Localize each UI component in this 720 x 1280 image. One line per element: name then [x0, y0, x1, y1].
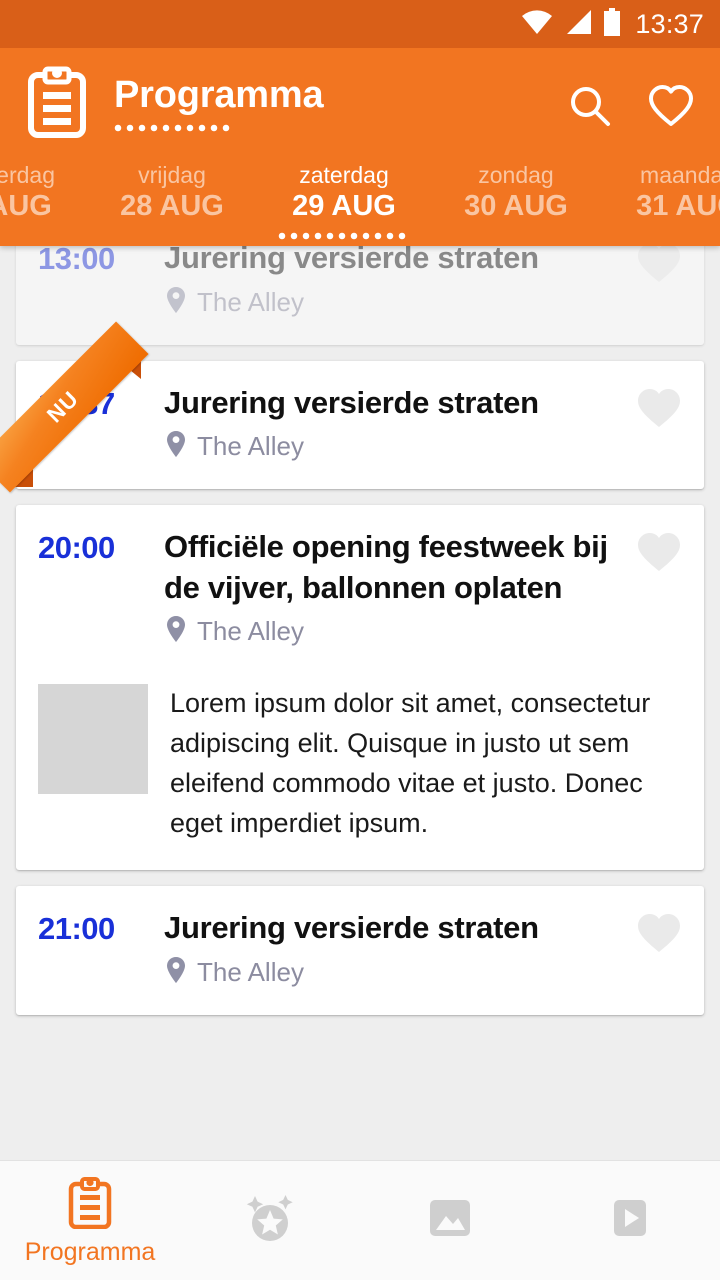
- ribbon-fold-bottom: [11, 459, 33, 487]
- event-card[interactable]: NU 15:37 Jurering versierde straten The …: [0, 321, 704, 493]
- app-root: 13:37 Programma erdag UG vrijdag 28 AUG …: [0, 0, 720, 1280]
- app-bar-actions: [568, 84, 694, 128]
- event-location-text: The Alley: [197, 616, 304, 647]
- clipboard-icon: [68, 1176, 112, 1234]
- day-tab-strip[interactable]: donderdag 27 AUG vrijdag 28 AUG zaterdag…: [0, 150, 720, 246]
- event-detail: Lorem ipsum dolor sit amet, consectetur …: [38, 684, 682, 844]
- image-icon: [427, 1196, 473, 1245]
- day-tab-date: 28 AUG: [120, 190, 224, 223]
- day-tab-0[interactable]: donderdag 27 AUG: [0, 162, 86, 246]
- event-title: Jurering versierde straten: [164, 246, 539, 275]
- event-time: 21:00: [38, 911, 115, 947]
- app-bar-top: Programma: [0, 58, 720, 150]
- battery-icon: [603, 7, 621, 41]
- event-card-main: 15:37 Jurering versierde straten The All…: [38, 383, 682, 464]
- map-pin-icon: [166, 430, 186, 463]
- heart-outline-icon[interactable]: [648, 84, 694, 128]
- day-tab-weekday: zaterdag: [299, 161, 389, 188]
- event-title: Officiële opening feestweek bij de vijve…: [164, 529, 608, 605]
- event-thumbnail: [38, 684, 148, 795]
- event-body: Jurering versierde straten The Alley: [164, 383, 636, 464]
- event-location-text: The Alley: [197, 956, 304, 987]
- event-card-main: 13:00 Jurering versierde straten The All…: [38, 246, 682, 319]
- event-list[interactable]: 13:00 Jurering versierde straten The All…: [0, 246, 720, 1160]
- page-title: Programma: [114, 73, 324, 116]
- video-play-icon: [608, 1196, 652, 1245]
- search-icon[interactable]: [568, 84, 612, 128]
- map-pin-icon: [166, 615, 186, 648]
- event-time: 13:00: [38, 246, 115, 276]
- app-bar: Programma donderdag: [0, 48, 720, 246]
- day-tab-weekday: zondag: [478, 161, 554, 188]
- heart-filled-icon[interactable]: [636, 246, 682, 287]
- heart-filled-icon[interactable]: [636, 531, 682, 576]
- day-tab-2[interactable]: zaterdag 29 AUG: [258, 162, 430, 246]
- day-tab-weekday: donderdag: [0, 161, 55, 188]
- event-location: The Alley: [164, 286, 626, 319]
- heart-filled-icon[interactable]: [636, 912, 682, 957]
- event-card[interactable]: 21:00 Jurering versierde straten The All…: [16, 886, 704, 1015]
- nav-item-photos[interactable]: [360, 1161, 540, 1280]
- day-tab-date: 31 AUG: [636, 190, 720, 223]
- heart-filled-icon[interactable]: [636, 387, 682, 432]
- day-tab-date: 29 AUG: [292, 190, 396, 223]
- day-tab-date: 27 AUG: [0, 190, 52, 223]
- wifi-icon: [521, 9, 553, 40]
- event-description: Lorem ipsum dolor sit amet, consectetur …: [170, 688, 651, 839]
- map-pin-icon: [166, 956, 186, 989]
- day-tab-3[interactable]: zondag 30 AUG: [430, 162, 602, 246]
- ribbon-fold-top: [114, 356, 141, 379]
- event-title: Jurering versierde straten: [164, 384, 539, 420]
- event-body: Jurering versierde straten The Alley: [164, 908, 636, 989]
- map-pin-icon: [166, 286, 186, 319]
- event-location: The Alley: [164, 956, 626, 989]
- nav-item-highlights[interactable]: [180, 1161, 360, 1280]
- event-body: Officiële opening feestweek bij de vijve…: [164, 527, 636, 648]
- event-location: The Alley: [164, 615, 626, 648]
- event-location-text: The Alley: [197, 431, 304, 462]
- event-card-main: 21:00 Jurering versierde straten The All…: [38, 908, 682, 989]
- event-title: Jurering versierde straten: [164, 910, 539, 946]
- nav-item-video[interactable]: [540, 1161, 720, 1280]
- status-bar: 13:37: [0, 0, 720, 48]
- day-tab-indicator: [278, 232, 410, 240]
- nav-item-label: Programma: [24, 1237, 156, 1266]
- day-tab-4[interactable]: maandag 31 AUG: [602, 162, 720, 246]
- event-time: 15:37: [38, 385, 115, 421]
- day-tab-weekday: vrijdag: [138, 161, 206, 188]
- event-card[interactable]: 13:00 Jurering versierde straten The All…: [16, 246, 704, 345]
- event-body: Jurering versierde straten The Alley: [164, 246, 636, 319]
- app-bar-title-wrap: Programma: [114, 73, 568, 133]
- day-tab-date: 30 AUG: [464, 190, 568, 223]
- event-card[interactable]: 20:00 Officiële opening feestweek bij de…: [16, 505, 704, 871]
- clipboard-icon: [28, 66, 86, 143]
- event-location: The Alley: [164, 430, 626, 463]
- bottom-navigation: Programma: [0, 1160, 720, 1280]
- day-tab-weekday: maandag: [640, 161, 720, 188]
- signal-icon: [564, 9, 592, 40]
- status-bar-clock: 13:37: [635, 8, 704, 39]
- star-sparkle-icon: [242, 1192, 298, 1249]
- day-tab-1[interactable]: vrijdag 28 AUG: [86, 162, 258, 246]
- nav-item-programma[interactable]: Programma: [0, 1161, 180, 1280]
- event-time: 20:00: [38, 530, 115, 566]
- title-dotted-underline: [114, 124, 234, 133]
- event-location-text: The Alley: [197, 286, 304, 317]
- event-card-main: 20:00 Officiële opening feestweek bij de…: [38, 527, 682, 648]
